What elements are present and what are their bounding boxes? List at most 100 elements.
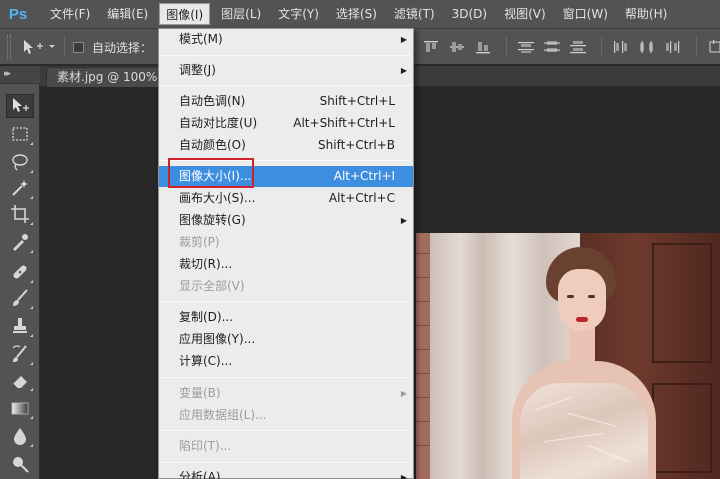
lasso-tool[interactable] bbox=[6, 150, 34, 174]
distribute-vertical-centers-icon[interactable] bbox=[541, 38, 563, 56]
menu-item-label: 自动对比度(U) bbox=[179, 116, 258, 130]
tools-panel-header[interactable]: ▸▸ bbox=[0, 66, 40, 84]
tool-flyout-indicator bbox=[30, 362, 33, 365]
healing-brush-tool[interactable] bbox=[6, 260, 34, 284]
document-image bbox=[416, 233, 720, 479]
menu-item-label: 模式(M) bbox=[179, 32, 223, 46]
distribute-horizontal-centers-icon[interactable] bbox=[636, 38, 658, 56]
tool-flyout-indicator bbox=[30, 250, 33, 253]
menu-item-adjustments[interactable]: 调整(J) ▶ bbox=[159, 60, 413, 81]
menu-item-image-rotation[interactable]: 图像旋转(G) ▶ bbox=[159, 210, 413, 231]
menu-item-label: 图像旋转(G) bbox=[179, 213, 246, 227]
brush-icon bbox=[13, 289, 28, 306]
menu-filter[interactable]: 滤镜(T) bbox=[388, 3, 441, 25]
menu-item-label: 裁切(R)... bbox=[179, 257, 233, 271]
menu-item-auto-color[interactable]: 自动颜色(O) Shift+Ctrl+B bbox=[159, 135, 413, 156]
menu-item-duplicate[interactable]: 复制(D)... bbox=[159, 307, 413, 328]
history-brush-tool[interactable] bbox=[6, 342, 34, 366]
clone-stamp-tool[interactable] bbox=[6, 314, 34, 338]
menu-item-apply-data-set[interactable]: 应用数据组(L)... bbox=[159, 405, 413, 426]
water-drop-icon bbox=[14, 428, 26, 445]
collapse-panel-icon[interactable]: ▸▸ bbox=[4, 69, 11, 79]
brick-line bbox=[416, 325, 430, 326]
menu-item-label: 应用图像(Y)... bbox=[179, 332, 256, 346]
menu-item-auto-tone[interactable]: 自动色调(N) Shift+Ctrl+L bbox=[159, 91, 413, 112]
auto-select-checkbox[interactable] bbox=[73, 42, 84, 53]
distribute-left-icon[interactable] bbox=[610, 38, 632, 56]
submenu-arrow-icon: ▶ bbox=[400, 35, 407, 44]
bandage-icon bbox=[13, 265, 27, 279]
menu-layer[interactable]: 图层(L) bbox=[215, 3, 267, 25]
menu-separator bbox=[161, 55, 411, 56]
menu-file[interactable]: 文件(F) bbox=[44, 3, 96, 25]
tool-flyout-indicator bbox=[30, 170, 33, 173]
menu-edit[interactable]: 编辑(E) bbox=[101, 3, 154, 25]
distribute-separator bbox=[601, 37, 602, 57]
lasso-icon bbox=[12, 154, 28, 171]
menu-item-variables[interactable]: 变量(B) ▶ bbox=[159, 383, 413, 404]
tool-flyout-indicator bbox=[30, 334, 33, 337]
menu-item-trim[interactable]: 裁切(R)... bbox=[159, 254, 413, 275]
brick-line bbox=[416, 301, 430, 302]
brick-line bbox=[416, 277, 430, 278]
menu-3d[interactable]: 3D(D) bbox=[446, 3, 493, 25]
menu-help[interactable]: 帮助(H) bbox=[619, 3, 673, 25]
annotation-highlight-box bbox=[168, 158, 254, 188]
photoshop-logo: Ps bbox=[8, 5, 28, 23]
move-tool-preset-picker[interactable] bbox=[20, 37, 60, 57]
image-menu-dropdown: 模式(M) ▶ 调整(J) ▶ 自动色调(N) Shift+Ctrl+L 自动对… bbox=[158, 28, 414, 479]
model-neck bbox=[569, 325, 595, 365]
distribute-right-icon[interactable] bbox=[662, 38, 684, 56]
auto-align-layers-icon[interactable] bbox=[705, 38, 720, 56]
gradient-tool[interactable] bbox=[6, 396, 34, 420]
align-vertical-centers-icon[interactable] bbox=[446, 38, 468, 56]
menu-view[interactable]: 视图(V) bbox=[498, 3, 552, 25]
tool-flyout-indicator bbox=[30, 222, 33, 225]
tool-flyout-indicator bbox=[30, 196, 33, 199]
menu-item-crop[interactable]: 裁剪(P) bbox=[159, 232, 413, 253]
eraser-tool[interactable] bbox=[6, 368, 34, 392]
menu-item-canvas-size[interactable]: 画布大小(S)... Alt+Ctrl+C bbox=[159, 188, 413, 209]
menu-item-analysis[interactable]: 分析(A) ▶ bbox=[159, 467, 413, 479]
align-bottom-edges-icon[interactable] bbox=[472, 38, 494, 56]
marquee-tool[interactable] bbox=[6, 122, 34, 146]
brush-tool[interactable] bbox=[6, 286, 34, 310]
eyedropper-tool[interactable] bbox=[6, 230, 34, 254]
align-separator bbox=[506, 37, 507, 57]
model-lips bbox=[576, 317, 588, 322]
options-grip[interactable] bbox=[7, 35, 11, 59]
brick-line bbox=[416, 349, 430, 350]
stamp-icon bbox=[13, 318, 27, 333]
brick-line bbox=[416, 445, 430, 446]
quick-selection-tool[interactable] bbox=[6, 176, 34, 200]
menu-item-trap[interactable]: 陷印(T)... bbox=[159, 436, 413, 457]
blur-tool[interactable] bbox=[6, 424, 34, 448]
menu-item-calculations[interactable]: 计算(C)... bbox=[159, 351, 413, 372]
menu-item-apply-image[interactable]: 应用图像(Y)... bbox=[159, 329, 413, 350]
menu-image[interactable]: 图像(I) bbox=[159, 3, 211, 25]
options-separator bbox=[64, 37, 65, 57]
menu-type[interactable]: 文字(Y) bbox=[272, 3, 325, 25]
model-eye bbox=[588, 295, 595, 298]
submenu-arrow-icon: ▶ bbox=[400, 389, 407, 398]
menu-separator bbox=[161, 462, 411, 463]
move-tool[interactable] bbox=[6, 94, 34, 118]
tool-flyout-indicator bbox=[30, 306, 33, 309]
dodge-tool[interactable] bbox=[6, 452, 34, 476]
tool-flyout-indicator bbox=[30, 280, 33, 283]
menu-select[interactable]: 选择(S) bbox=[330, 3, 383, 25]
menu-item-shortcut: Alt+Shift+Ctrl+L bbox=[293, 116, 395, 130]
gradient-icon bbox=[11, 402, 29, 415]
crop-tool[interactable] bbox=[6, 202, 34, 226]
distribute-top-icon[interactable] bbox=[515, 38, 537, 56]
menu-item-reveal-all[interactable]: 显示全部(V) bbox=[159, 276, 413, 297]
tool-flyout-indicator bbox=[30, 444, 33, 447]
menu-item-label: 变量(B) bbox=[179, 386, 221, 400]
menu-item-auto-contrast[interactable]: 自动对比度(U) Alt+Shift+Ctrl+L bbox=[159, 113, 413, 134]
menu-item-mode[interactable]: 模式(M) ▶ bbox=[159, 29, 413, 50]
menu-window[interactable]: 窗口(W) bbox=[557, 3, 614, 25]
tool-flyout-indicator bbox=[30, 142, 33, 145]
distribute-bottom-icon[interactable] bbox=[567, 38, 589, 56]
document-tab[interactable]: 素材.jpg @ 100%( bbox=[46, 67, 174, 87]
align-top-edges-icon[interactable] bbox=[420, 38, 442, 56]
